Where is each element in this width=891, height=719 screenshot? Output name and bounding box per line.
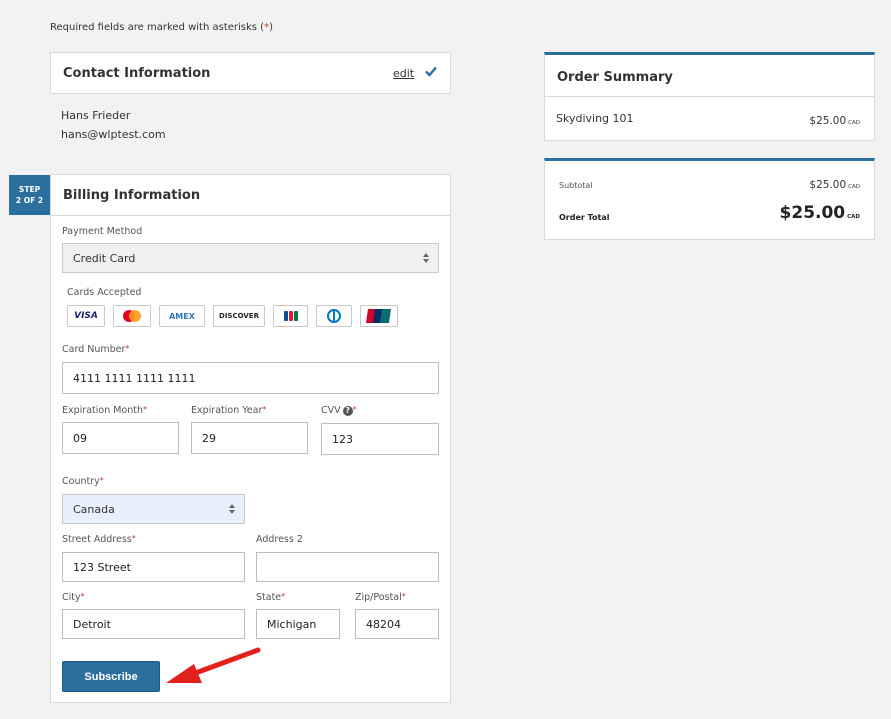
select-arrows-icon xyxy=(423,253,429,263)
zip-postal-label: Zip/Postal* xyxy=(355,592,406,603)
city-input[interactable]: Detroit xyxy=(62,609,245,639)
card-number-input[interactable]: 4111 1111 1111 1111 xyxy=(62,362,439,394)
contact-edit-link[interactable]: edit xyxy=(393,67,414,80)
expiration-year-input[interactable]: 29 xyxy=(191,422,308,454)
street-address-label: Street Address* xyxy=(62,534,136,545)
cards-accepted-label: Cards Accepted xyxy=(67,287,142,298)
zip-postal-input[interactable]: 48204 xyxy=(355,609,439,639)
accepted-cards-list: VISA AMEX DISCOVER xyxy=(67,305,398,327)
diners-club-card-icon xyxy=(316,305,352,327)
annotation-arrow-icon xyxy=(166,647,261,683)
contact-email: hans@wlptest.com xyxy=(61,128,166,141)
street-address-input[interactable]: 123 Street xyxy=(62,552,245,582)
order-summary-panel: Order Summary Skydiving 101 $25.00 CAD xyxy=(544,52,875,141)
jcb-card-icon xyxy=(273,305,308,327)
cvv-label: CVV? * xyxy=(321,405,357,416)
subtotal-label: Subtotal xyxy=(559,181,593,190)
billing-information-title: Billing Information xyxy=(63,188,201,203)
expiration-month-label: Expiration Month* xyxy=(62,405,148,416)
order-summary-title: Order Summary xyxy=(557,70,673,85)
country-select[interactable]: Canada xyxy=(62,494,245,524)
address-2-input[interactable] xyxy=(256,552,439,582)
billing-information-panel: Billing Information Payment Method Credi… xyxy=(50,174,451,703)
cvv-input[interactable]: 123 xyxy=(321,423,439,455)
order-totals-panel: Subtotal $25.00 CAD Order Total $25.00 CAD xyxy=(544,158,875,240)
required-fields-note: Required fields are marked with asterisk… xyxy=(50,22,273,33)
state-label: State* xyxy=(256,592,286,603)
mastercard-card-icon xyxy=(113,305,151,327)
expiration-month-input[interactable]: 09 xyxy=(62,422,179,454)
expiration-year-label: Expiration Year* xyxy=(191,405,267,416)
order-total-value: $25.00 CAD xyxy=(779,203,860,223)
unionpay-card-icon xyxy=(360,305,398,327)
country-label: Country* xyxy=(62,476,104,487)
payment-method-select[interactable]: Credit Card xyxy=(62,243,439,273)
subscribe-button[interactable]: Subscribe xyxy=(62,661,160,692)
checkmark-icon xyxy=(425,66,437,77)
subtotal-value: $25.00 CAD xyxy=(809,179,860,191)
order-total-label: Order Total xyxy=(559,213,610,222)
order-item-price: $25.00 CAD xyxy=(809,115,860,127)
address-2-label: Address 2 xyxy=(256,534,303,545)
contact-name: Hans Frieder xyxy=(61,109,131,122)
payment-method-label: Payment Method xyxy=(62,226,143,237)
card-number-label: Card Number* xyxy=(62,344,130,355)
contact-information-panel: Contact Information edit xyxy=(50,52,451,94)
order-item-name: Skydiving 101 xyxy=(556,112,634,125)
state-input[interactable]: Michigan xyxy=(256,609,340,639)
contact-information-title: Contact Information xyxy=(63,66,211,81)
amex-card-icon: AMEX xyxy=(159,305,205,327)
discover-card-icon: DISCOVER xyxy=(213,305,265,327)
city-label: City* xyxy=(62,592,85,603)
step-badge: STEP 2 OF 2 xyxy=(9,175,50,215)
select-arrows-icon xyxy=(229,504,235,514)
help-icon[interactable]: ? xyxy=(342,405,353,416)
visa-card-icon: VISA xyxy=(67,305,105,327)
